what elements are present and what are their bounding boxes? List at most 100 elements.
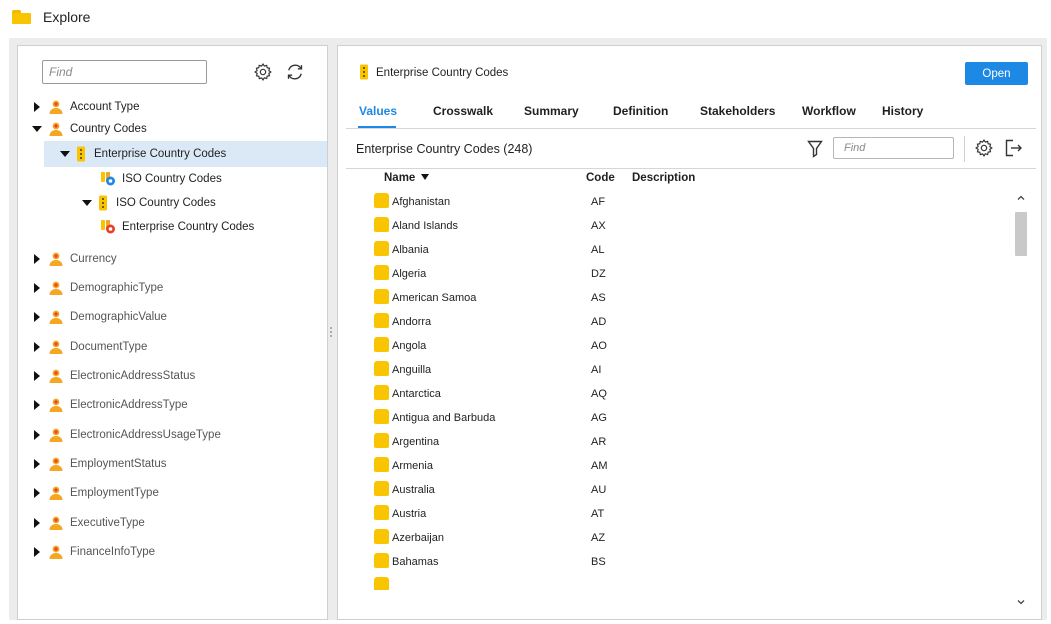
folder-icon [374, 385, 389, 400]
table-row[interactable]: Austria AT [338, 502, 1026, 526]
tree-item-label: ElectronicAddressStatus [70, 370, 196, 382]
detail-title: Enterprise Country Codes [376, 67, 509, 79]
entity-icon [98, 195, 108, 211]
folder-icon [374, 457, 389, 472]
tree-item-document-type[interactable]: DocumentType [18, 335, 327, 359]
scroll-thumb[interactable] [1015, 212, 1027, 256]
expand-caret-icon[interactable] [34, 102, 40, 112]
collapse-caret-icon[interactable] [82, 200, 92, 206]
table-row[interactable]: Albania AL [338, 238, 1026, 262]
expand-caret-icon[interactable] [34, 371, 40, 381]
tree-item-iso-country-codes[interactable]: ISO Country Codes [18, 191, 327, 215]
tree-item-executive-type[interactable]: ExecutiveType [18, 511, 327, 535]
grid-toolbar: Enterprise Country Codes (248) [338, 132, 1041, 168]
open-button[interactable]: Open [965, 62, 1028, 85]
tree-item-enterprise-country-codes[interactable]: Enterprise Country Codes [44, 141, 327, 167]
entity-icon [359, 64, 369, 80]
grid-header-divider [346, 168, 1036, 169]
table-row[interactable]: Algeria DZ [338, 262, 1026, 286]
gear-icon[interactable] [974, 138, 994, 161]
tree-item-electronic-address-status[interactable]: ElectronicAddressStatus [18, 364, 327, 388]
panel-splitter[interactable] [330, 325, 333, 345]
expand-caret-icon[interactable] [34, 400, 40, 410]
collapse-caret-icon[interactable] [32, 126, 42, 132]
refresh-icon[interactable] [284, 61, 306, 83]
tree-item-currency[interactable]: Currency [18, 247, 327, 271]
table-row[interactable]: Anguilla AI [338, 358, 1026, 382]
table-row[interactable]: Aland Islands AX [338, 214, 1026, 238]
expand-caret-icon[interactable] [34, 547, 40, 557]
expand-caret-icon[interactable] [34, 283, 40, 293]
expand-caret-icon[interactable] [34, 488, 40, 498]
detail-panel: Enterprise Country Codes Open Values Cro… [337, 45, 1042, 620]
export-icon[interactable] [1003, 138, 1023, 161]
folder-icon [374, 409, 389, 424]
tree-panel: Account Type Country Codes Enterprise Co… [17, 45, 328, 620]
tab-definition[interactable]: Definition [613, 104, 668, 118]
tree-search-input[interactable] [42, 60, 207, 84]
gear-icon[interactable] [252, 61, 274, 83]
expand-caret-icon[interactable] [34, 430, 40, 440]
scroll-up-icon[interactable] [1016, 192, 1026, 202]
tree-item-label: DocumentType [70, 341, 148, 353]
tree-item-country-codes[interactable]: Country Codes [18, 117, 327, 141]
table-row[interactable]: Bahamas BS [338, 550, 1026, 574]
toolbar-divider [964, 136, 965, 162]
expand-caret-icon[interactable] [34, 518, 40, 528]
person-icon [48, 339, 64, 355]
table-row[interactable]: Azerbaijan AZ [338, 526, 1026, 550]
tab-stakeholders[interactable]: Stakeholders [700, 104, 775, 118]
tree-item-enterprise-country-codes-crosswalk[interactable]: Enterprise Country Codes [18, 215, 327, 239]
filter-icon[interactable] [807, 139, 823, 162]
crosswalk-icon [100, 172, 116, 186]
expand-caret-icon[interactable] [34, 342, 40, 352]
grid-scrollbar[interactable] [1014, 192, 1028, 610]
tab-crosswalk[interactable]: Crosswalk [433, 104, 493, 118]
table-row[interactable]: Antigua and Barbuda AG [338, 406, 1026, 430]
tab-values[interactable]: Values [359, 104, 397, 118]
sort-desc-icon[interactable] [421, 174, 430, 180]
table-row[interactable]: Angola AO [338, 334, 1026, 358]
crosswalk-icon [100, 220, 116, 234]
table-row[interactable]: Andorra AD [338, 310, 1026, 334]
grid-body: Afghanistan AF Aland Islands AX Albania AL … [338, 190, 1026, 590]
tree-item-demographic-type[interactable]: DemographicType [18, 276, 327, 300]
tree-item-finance-info-type[interactable]: FinanceInfoType [18, 540, 327, 564]
tree-item-label: Account Type [70, 101, 140, 113]
tree-item-iso-country-codes-crosswalk[interactable]: ISO Country Codes [18, 167, 327, 191]
tab-summary[interactable]: Summary [524, 104, 579, 118]
person-icon [48, 368, 64, 384]
tree-item-demographic-value[interactable]: DemographicValue [18, 305, 327, 329]
table-row[interactable]: Argentina AR [338, 430, 1026, 454]
expand-caret-icon[interactable] [34, 312, 40, 322]
expand-caret-icon[interactable] [34, 459, 40, 469]
tab-history[interactable]: History [882, 104, 923, 118]
table-row[interactable]: Armenia AM [338, 454, 1026, 478]
table-row[interactable]: Australia AU [338, 478, 1026, 502]
table-row[interactable] [338, 574, 1026, 590]
tree-item-account-type[interactable]: Account Type [18, 95, 327, 119]
folder-icon [374, 361, 389, 376]
tree-item-electronic-address-usage-type[interactable]: ElectronicAddressUsageType [18, 423, 327, 447]
folder-icon [374, 577, 389, 590]
collapse-caret-icon[interactable] [60, 151, 70, 157]
tree-item-employment-status[interactable]: EmploymentStatus [18, 452, 327, 476]
tree-item-employment-type[interactable]: EmploymentType [18, 481, 327, 505]
entity-icon [76, 146, 86, 162]
column-header-name[interactable]: Name [384, 172, 430, 184]
scroll-down-icon[interactable] [1016, 596, 1026, 606]
tree-item-label: ExecutiveType [70, 517, 145, 529]
tree-item-electronic-address-type[interactable]: ElectronicAddressType [18, 393, 327, 417]
table-row[interactable]: American Samoa AS [338, 286, 1026, 310]
grid-search-input[interactable] [833, 137, 954, 159]
expand-caret-icon[interactable] [34, 254, 40, 264]
column-header-description[interactable]: Description [632, 172, 695, 184]
table-row[interactable]: Afghanistan AF [338, 190, 1026, 214]
tab-workflow[interactable]: Workflow [802, 104, 856, 118]
tree-item-label: Enterprise Country Codes [94, 148, 227, 160]
column-header-code[interactable]: Code [586, 172, 615, 184]
table-row[interactable]: Antarctica AQ [338, 382, 1026, 406]
person-icon [48, 309, 64, 325]
folder-icon [374, 289, 389, 304]
person-icon [48, 121, 64, 137]
